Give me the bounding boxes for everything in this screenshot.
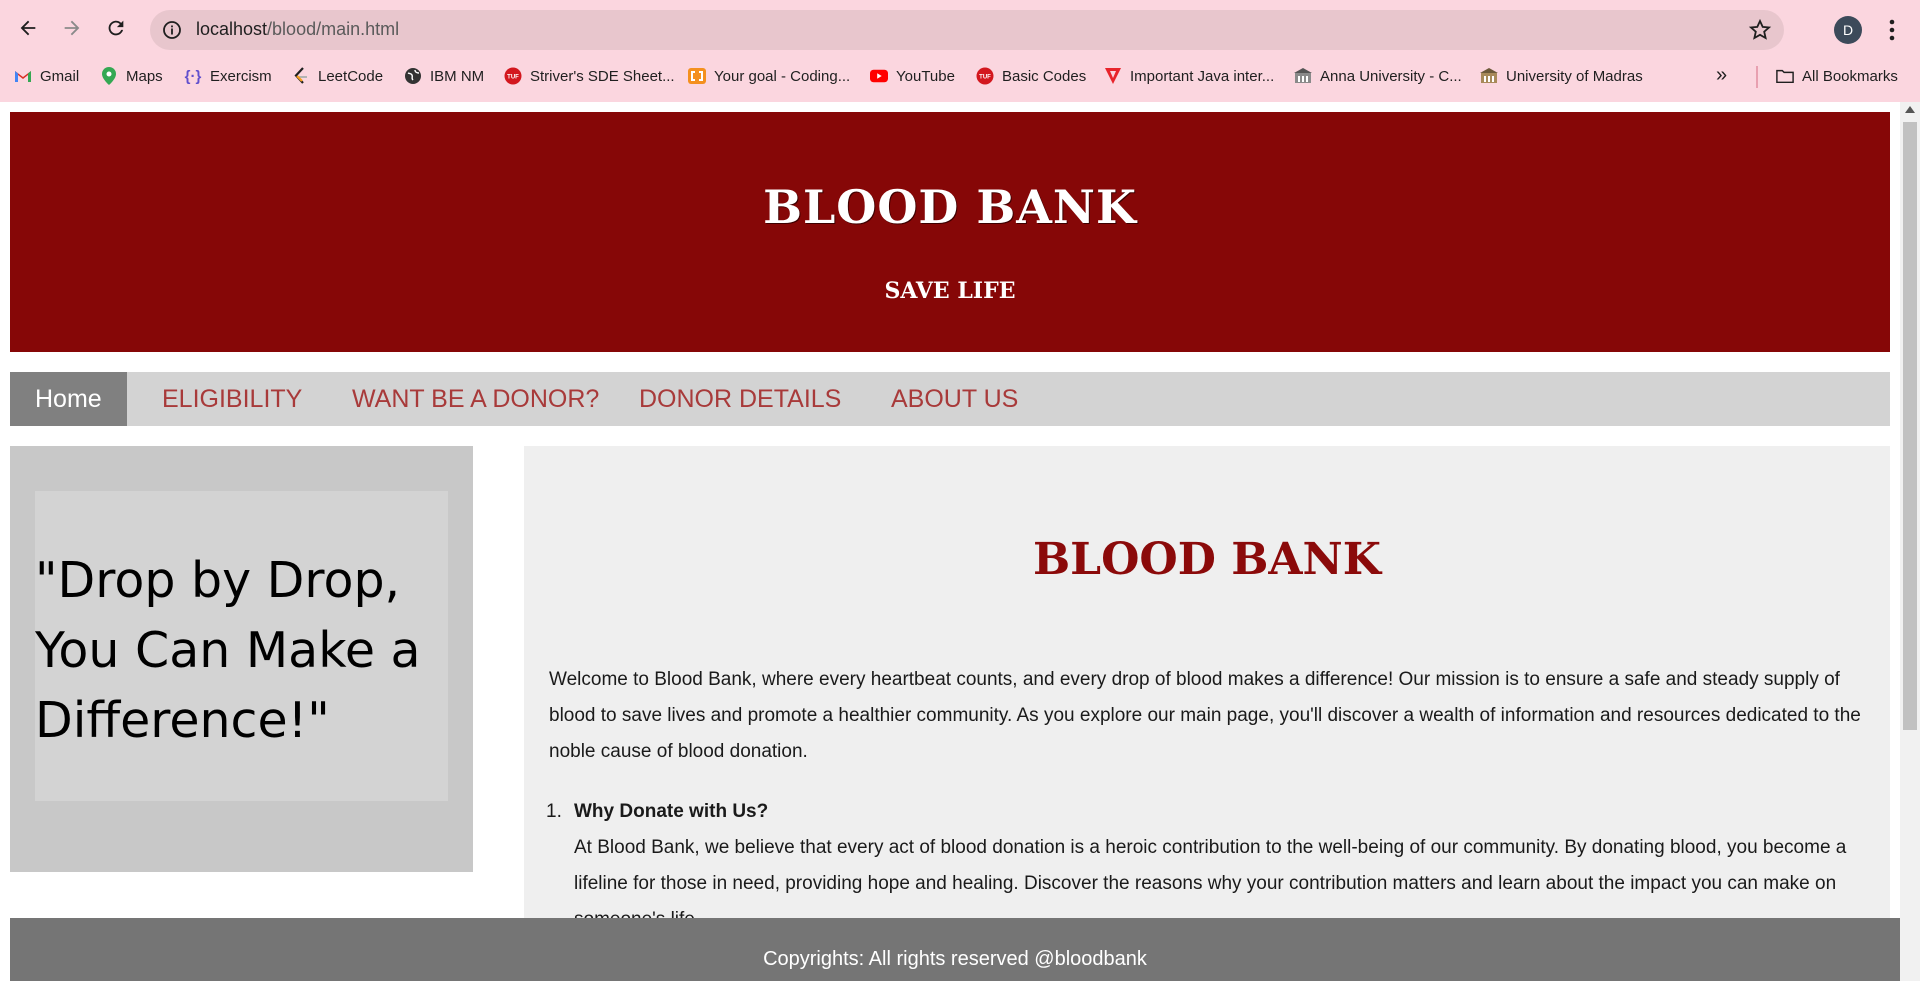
list-number: 1. bbox=[546, 801, 562, 822]
bookmark-youtube[interactable]: YouTube bbox=[870, 62, 955, 90]
site-footer: Copyrights: All rights reserved @bloodba… bbox=[10, 918, 1900, 981]
maps-icon bbox=[100, 67, 118, 85]
nav-item-donor-details[interactable]: DONOR DETAILS bbox=[614, 372, 866, 426]
main-nav: Home ELIGIBILITY WANT BE A DONOR? DONOR … bbox=[10, 372, 1890, 426]
scroll-up-arrow-icon[interactable] bbox=[1905, 106, 1915, 113]
quote-box: "Drop by Drop, You Can Make a Difference… bbox=[35, 491, 448, 801]
arrow-left-icon bbox=[20, 20, 36, 36]
site-header: BLOOD BANK SAVE LIFE bbox=[10, 112, 1890, 352]
bookmark-leetcode[interactable]: LeetCode bbox=[292, 62, 383, 90]
main-content: BLOOD BANK Welcome to Blood Bank, where … bbox=[524, 446, 1890, 946]
bookmark-gmail[interactable]: Gmail bbox=[14, 62, 79, 90]
site-tagline: SAVE LIFE bbox=[884, 278, 1016, 304]
bookmark-coding-goal[interactable]: Your goal - Coding... bbox=[688, 62, 850, 90]
folder-icon bbox=[1776, 67, 1794, 85]
profile-avatar[interactable]: D bbox=[1834, 16, 1862, 44]
bookmarks-bar: Gmail Maps {·} Exercism LeetCode IBM NM … bbox=[0, 62, 1920, 92]
tuf-icon: TUF bbox=[976, 67, 994, 85]
site-title: BLOOD BANK bbox=[763, 180, 1137, 234]
bookmark-ibm-nm[interactable]: IBM NM bbox=[404, 62, 484, 90]
list-item-heading: Why Donate with Us? bbox=[574, 801, 769, 822]
browser-menu-button[interactable] bbox=[1880, 16, 1904, 44]
web-page: BLOOD BANK SAVE LIFE Home ELIGIBILITY WA… bbox=[0, 102, 1920, 981]
intro-paragraph: Welcome to Blood Bank, where every heart… bbox=[549, 669, 1861, 762]
back-button[interactable] bbox=[10, 10, 46, 46]
more-vertical-icon bbox=[1889, 19, 1895, 41]
quote-line: Difference!" bbox=[35, 692, 330, 749]
url-text[interactable]: localhost/blood/main.html bbox=[196, 19, 399, 40]
svg-text:TUF: TUF bbox=[979, 75, 991, 81]
bookmark-java-interview[interactable]: Important Java inter... bbox=[1104, 62, 1274, 90]
quote-line: "Drop by Drop, bbox=[35, 552, 401, 609]
main-heading: BLOOD BANK bbox=[1032, 534, 1382, 585]
browser-toolbar: localhost/blood/main.html D bbox=[0, 6, 1920, 54]
svg-text:TUF: TUF bbox=[507, 75, 519, 81]
nav-item-become-donor[interactable]: WANT BE A DONOR? bbox=[327, 372, 624, 426]
quote-line: You Can Make a bbox=[35, 622, 421, 679]
all-bookmarks-button[interactable]: All Bookmarks bbox=[1776, 62, 1898, 90]
bookmark-maps[interactable]: Maps bbox=[100, 62, 163, 90]
gmail-icon bbox=[14, 67, 32, 85]
nav-item-home[interactable]: Home bbox=[10, 372, 127, 426]
forward-button[interactable] bbox=[54, 10, 90, 46]
quote-text: "Drop by Drop, You Can Make a Difference… bbox=[35, 546, 448, 756]
reload-button[interactable] bbox=[98, 10, 134, 46]
bookmarks-overflow-chevron-icon[interactable]: » bbox=[1716, 64, 1727, 87]
university-icon bbox=[1294, 67, 1312, 85]
info-icon[interactable] bbox=[162, 20, 182, 40]
nav-item-eligibility[interactable]: ELIGIBILITY bbox=[137, 372, 327, 426]
arrow-right-icon bbox=[64, 20, 80, 36]
bookmarks-divider bbox=[1756, 66, 1758, 88]
tuf-icon: TUF bbox=[504, 67, 522, 85]
sidebar: "Drop by Drop, You Can Make a Difference… bbox=[10, 446, 473, 872]
list-item: 1. Why Donate with Us? At Blood Bank, we… bbox=[546, 794, 1869, 938]
address-bar[interactable]: localhost/blood/main.html bbox=[150, 10, 1784, 50]
bookmark-striver[interactable]: TUF Striver's SDE Sheet... bbox=[504, 62, 675, 90]
bookmark-star-icon[interactable] bbox=[1748, 18, 1772, 42]
bookmark-exercism[interactable]: {·} Exercism bbox=[184, 62, 272, 90]
page-scrollbar[interactable] bbox=[1900, 102, 1920, 981]
nav-item-about-us[interactable]: ABOUT US bbox=[866, 372, 1043, 426]
leetcode-icon bbox=[292, 67, 310, 85]
reload-icon bbox=[108, 20, 124, 36]
coding-icon bbox=[688, 67, 706, 85]
bookmark-anna-university[interactable]: Anna University - C... bbox=[1294, 62, 1462, 90]
copyright-text: Copyrights: All rights reserved @bloodba… bbox=[763, 948, 1147, 970]
scrollbar-thumb[interactable] bbox=[1903, 122, 1917, 730]
globe-icon bbox=[404, 67, 422, 85]
exercism-icon: {·} bbox=[184, 67, 202, 85]
youtube-icon bbox=[870, 67, 888, 85]
java-icon bbox=[1104, 67, 1122, 85]
university-icon bbox=[1480, 67, 1498, 85]
bookmark-basic-codes[interactable]: TUF Basic Codes bbox=[976, 62, 1086, 90]
browser-chrome: localhost/blood/main.html D Gmail Maps {… bbox=[0, 0, 1920, 102]
bookmark-university-madras[interactable]: University of Madras bbox=[1480, 62, 1643, 90]
